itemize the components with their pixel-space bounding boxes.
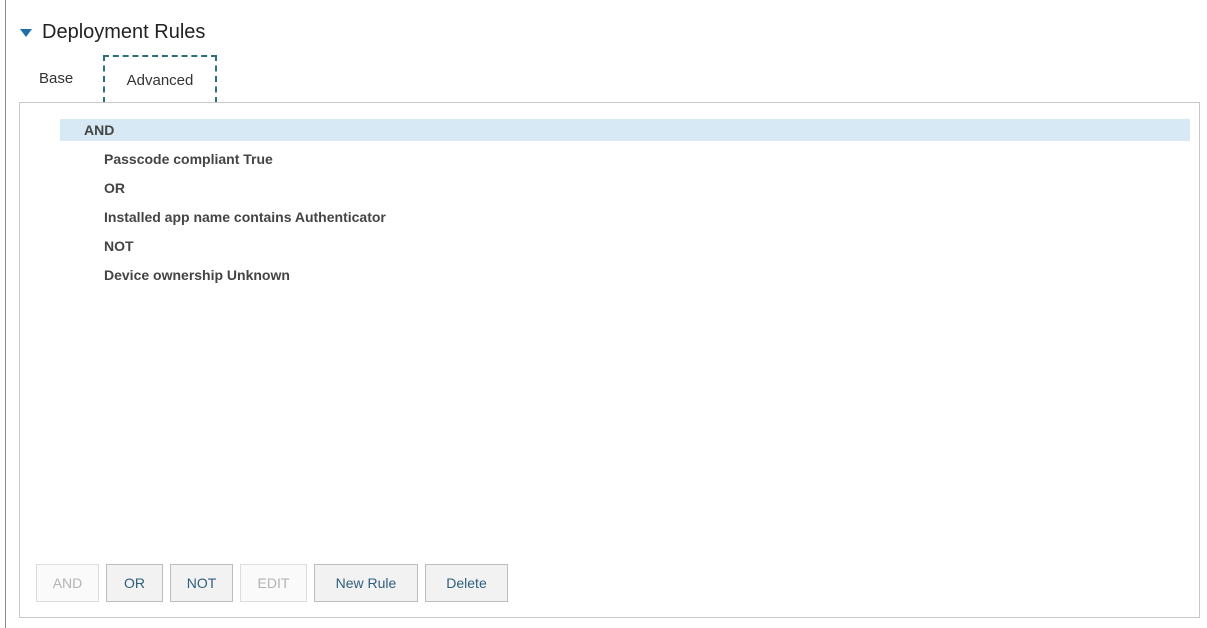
- tree-node-not[interactable]: NOT: [104, 235, 134, 257]
- rule-button-bar: AND OR NOT EDIT New Rule Delete: [36, 564, 508, 602]
- section-title: Deployment Rules: [42, 20, 206, 43]
- caret-down-icon[interactable]: [20, 29, 32, 37]
- or-button[interactable]: OR: [106, 564, 163, 602]
- delete-button[interactable]: Delete: [425, 564, 508, 602]
- tree-node-or[interactable]: OR: [104, 177, 125, 199]
- new-rule-button[interactable]: New Rule: [314, 564, 418, 602]
- tab-advanced[interactable]: Advanced: [103, 55, 217, 103]
- tab-advanced-label: Advanced: [126, 71, 194, 89]
- tab-base[interactable]: Base: [39, 70, 73, 87]
- tree-node-and-root[interactable]: AND: [60, 119, 1190, 141]
- and-button[interactable]: AND: [36, 564, 99, 602]
- tree-node-installed-app[interactable]: Installed app name contains Authenticato…: [104, 206, 386, 228]
- rule-tree-panel: AND Passcode compliant True OR Installed…: [19, 102, 1200, 618]
- not-button[interactable]: NOT: [170, 564, 233, 602]
- tree-node-device-ownership[interactable]: Device ownership Unknown: [104, 264, 290, 286]
- section-header[interactable]: Deployment Rules: [20, 18, 205, 46]
- left-frame-border: [5, 0, 6, 628]
- tree-node-passcode[interactable]: Passcode compliant True: [104, 148, 273, 170]
- edit-button[interactable]: EDIT: [240, 564, 307, 602]
